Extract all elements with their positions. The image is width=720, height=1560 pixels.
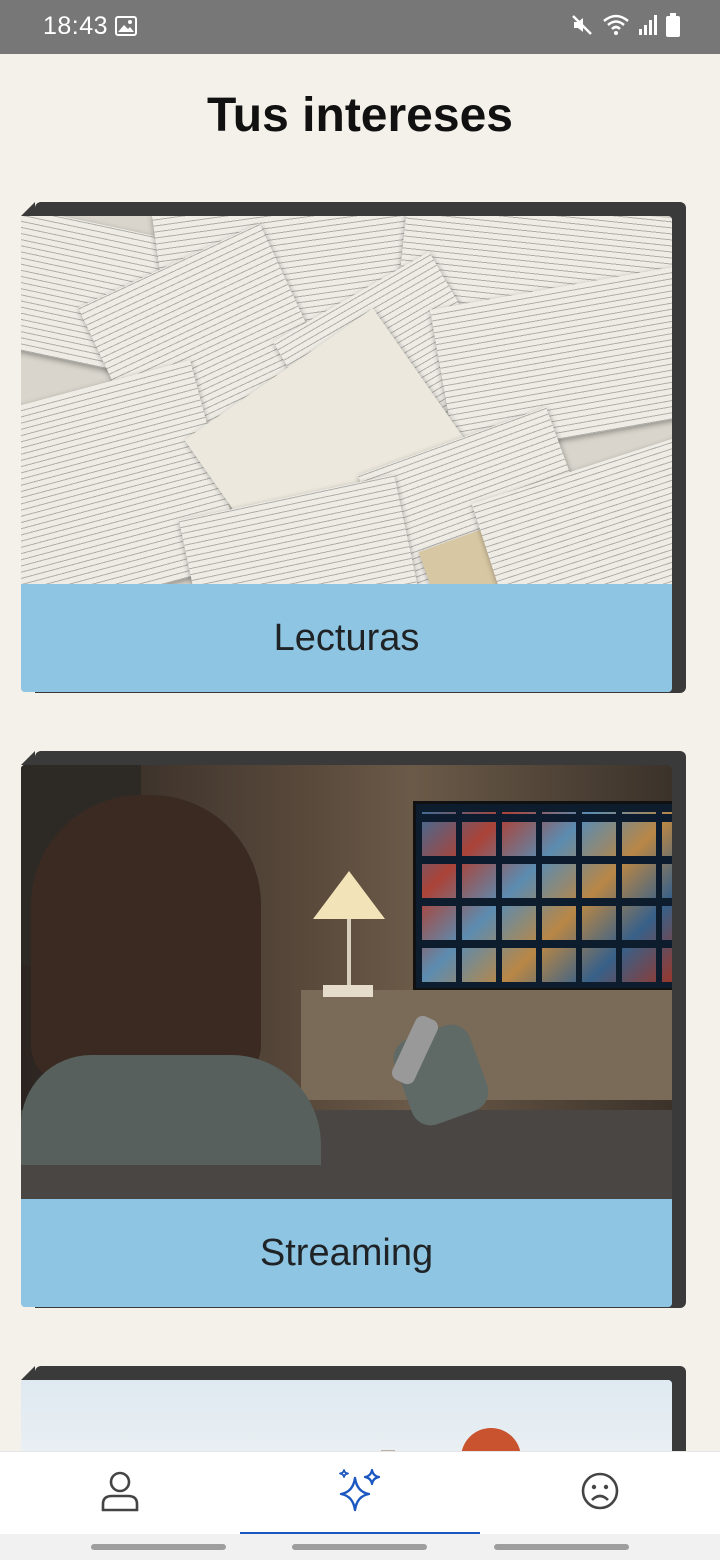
sparkles-icon: [337, 1468, 383, 1519]
card-label: Lecturas: [21, 584, 672, 692]
page-title: Tus intereses: [207, 89, 513, 142]
card-label: Streaming: [21, 1199, 672, 1307]
interest-card-streaming[interactable]: Streaming: [21, 751, 686, 1308]
gesture-pill-center[interactable]: [292, 1544, 427, 1550]
nav-mood[interactable]: [480, 1452, 720, 1535]
person-icon: [100, 1470, 140, 1517]
status-bar: 18:43: [0, 0, 720, 54]
system-navigation-bar: [0, 1534, 720, 1560]
signal-icon: [638, 14, 658, 41]
bottom-navigation: [0, 1451, 720, 1535]
card-body: Streaming: [21, 765, 672, 1307]
books-image: [21, 216, 672, 584]
card-body: Lecturas: [21, 216, 672, 692]
mute-icon: [570, 13, 594, 42]
status-icons: [570, 13, 680, 42]
streaming-image: [21, 765, 672, 1199]
image-notification-icon: [115, 16, 137, 41]
sad-face-icon: [579, 1470, 621, 1517]
interest-card-lecturas[interactable]: Lecturas: [21, 202, 686, 693]
nav-interests[interactable]: [240, 1452, 480, 1535]
gesture-pill-left[interactable]: [91, 1544, 226, 1550]
nav-profile[interactable]: [0, 1452, 240, 1535]
battery-icon: [666, 13, 680, 42]
status-time: 18:43: [43, 12, 109, 40]
gesture-pill-right[interactable]: [494, 1544, 629, 1550]
wifi-icon: [602, 13, 630, 42]
